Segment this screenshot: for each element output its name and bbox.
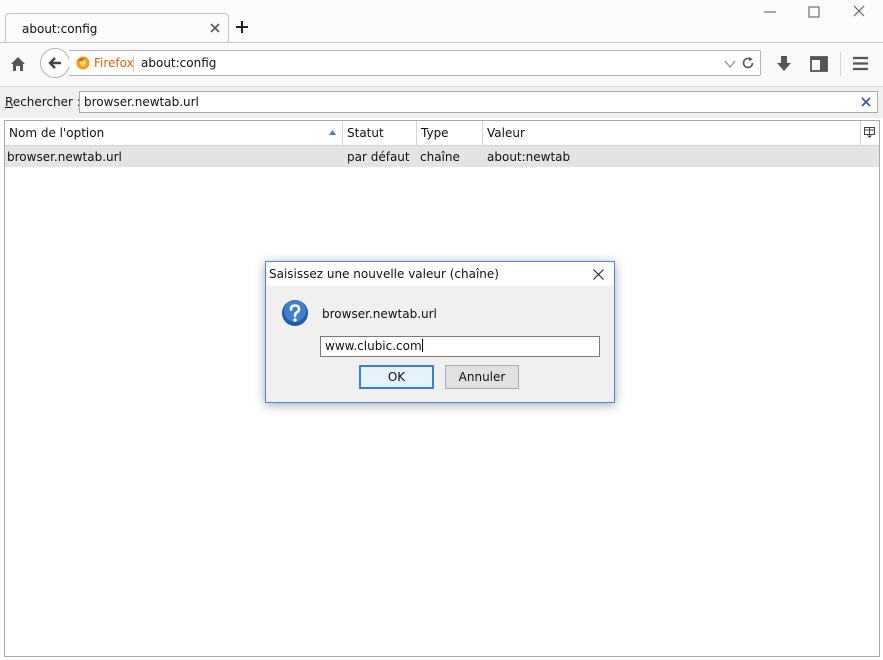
minimize-icon[interactable] — [761, 4, 779, 20]
search-row: Rechercher : browser.newtab.url — [0, 87, 883, 118]
dialog-titlebar: Saisissez une nouvelle valeur (chaîne) — [266, 262, 614, 286]
hamburger-menu-icon[interactable] — [852, 56, 869, 71]
ok-button[interactable]: OK — [359, 365, 434, 389]
cancel-button[interactable]: Annuler — [445, 365, 519, 389]
tab-about-config[interactable]: about:config — [5, 13, 229, 44]
cell-status: par défaut — [347, 150, 410, 164]
column-header-type[interactable]: Type — [417, 121, 483, 145]
back-arrow-icon — [48, 57, 61, 69]
clear-search-icon[interactable] — [861, 97, 871, 107]
url-separator — [133, 55, 134, 72]
plus-icon[interactable] — [234, 19, 250, 35]
navigation-toolbar: Firefox about:config — [0, 43, 883, 87]
cell-type: chaîne — [420, 150, 460, 164]
sort-ascending-icon — [329, 130, 336, 135]
new-value-text: www.clubic.com — [325, 339, 422, 353]
maximize-icon[interactable] — [805, 4, 823, 20]
table-row[interactable]: browser.newtab.url par défaut chaîne abo… — [5, 146, 879, 167]
cell-value: about:newtab — [487, 150, 571, 164]
question-icon — [282, 300, 308, 326]
column-header-status[interactable]: Statut — [343, 121, 417, 145]
close-icon[interactable] — [593, 269, 604, 280]
home-icon[interactable] — [9, 55, 27, 73]
edit-value-dialog: Saisissez une nouvelle valeur (chaîne) b… — [265, 261, 615, 403]
reload-icon[interactable] — [741, 56, 755, 70]
tab-title: about:config — [22, 22, 98, 36]
text-caret — [421, 339, 423, 352]
search-input[interactable]: browser.newtab.url — [79, 91, 878, 113]
column-header-name[interactable]: Nom de l'option — [5, 121, 343, 145]
identity-label: Firefox — [94, 56, 134, 70]
toolbar-separator — [840, 52, 841, 76]
dropdown-arrow-icon[interactable] — [724, 59, 736, 69]
cell-name: browser.newtab.url — [7, 150, 122, 164]
tab-strip: about:config — [0, 0, 883, 44]
close-tab-icon[interactable] — [210, 23, 220, 33]
search-input-value: browser.newtab.url — [84, 95, 199, 109]
dialog-title: Saisissez une nouvelle valeur (chaîne) — [269, 267, 499, 281]
new-value-input[interactable]: www.clubic.com — [320, 336, 600, 357]
dialog-pref-name: browser.newtab.url — [322, 307, 437, 321]
column-header-value[interactable]: Valeur — [483, 121, 861, 145]
url-bar[interactable]: Firefox about:config — [69, 50, 761, 76]
table-header: Nom de l'option Statut Type Valeur — [5, 121, 879, 146]
column-picker-icon[interactable] — [864, 127, 875, 138]
download-icon[interactable] — [776, 55, 792, 73]
back-button[interactable] — [40, 48, 70, 78]
close-window-icon[interactable] — [850, 4, 868, 20]
search-label: Rechercher : — [5, 95, 81, 109]
url-text[interactable]: about:config — [141, 56, 216, 70]
firefox-icon — [76, 56, 90, 70]
library-icon[interactable] — [810, 56, 828, 72]
